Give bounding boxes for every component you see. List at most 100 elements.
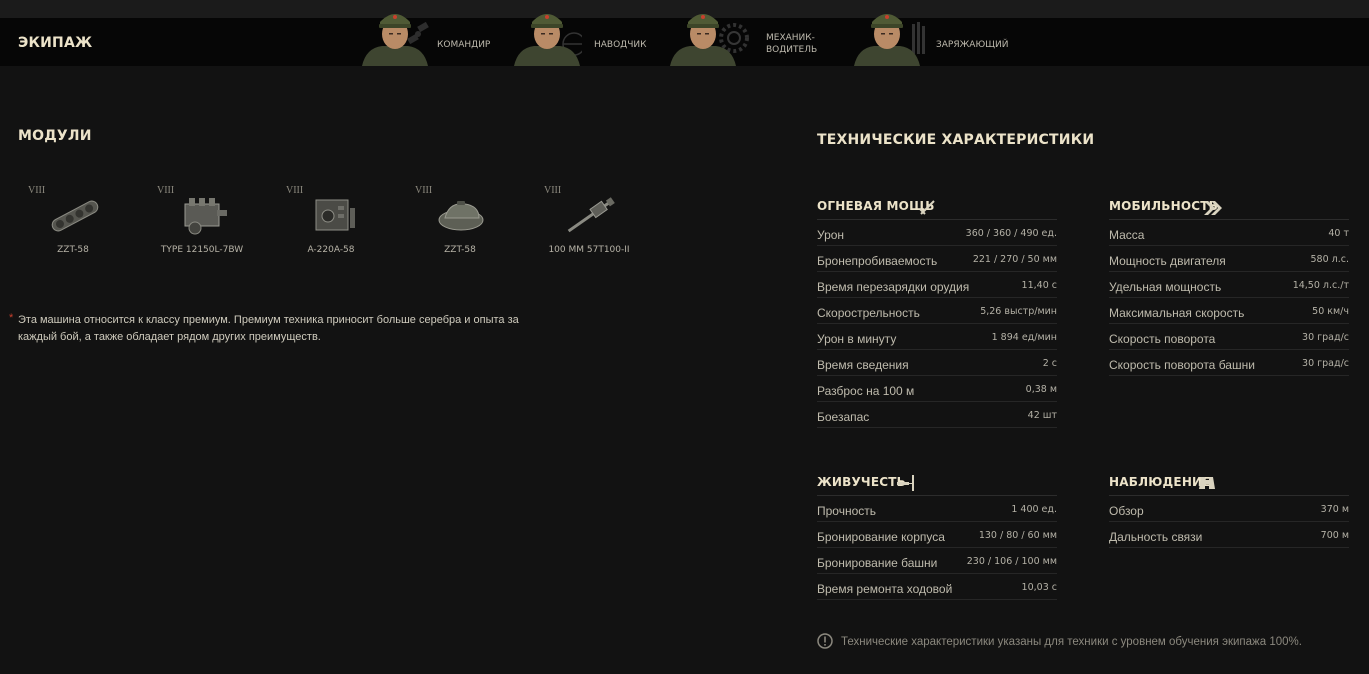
binoculars-icon — [1199, 477, 1215, 489]
spec-value: 50 км/ч — [1312, 306, 1349, 317]
spec-value: 580 л.с. — [1310, 254, 1350, 265]
spec-value: 221 / 270 / 50 мм — [972, 254, 1057, 265]
spec-row: Бронепробиваемость 221 / 270 / 50 мм — [817, 246, 1057, 272]
modules-title: МОДУЛИ — [18, 128, 92, 144]
turret-icon — [438, 201, 484, 231]
module-name: 100 MM 57T100-II — [548, 245, 630, 255]
firepower-group: ОГНЕВАЯ МОЩЬ Урон 360 / 360 / 490 ед. Брон… — [817, 197, 1057, 428]
spec-row: Урон 360 / 360 / 490 ед. — [817, 220, 1057, 246]
spec-row: Скорость поворота 30 град/с — [1109, 324, 1349, 350]
module-tracks[interactable]: VIII ZZT-58 — [18, 184, 128, 264]
module-gun[interactable]: VIII 100 MM 57T100-II — [534, 184, 644, 264]
spec-value: 700 м — [1320, 530, 1349, 541]
commander-portrait — [360, 4, 430, 66]
spec-value: 11,40 с — [1021, 280, 1057, 291]
premium-note: * Эта машина относится к классу премиум.… — [9, 312, 538, 346]
specs-title: ТЕХНИЧЕСКИЕ ХАРАКТЕРИСТИКИ — [817, 132, 1095, 148]
premium-star: * — [9, 312, 14, 324]
spec-label: Скорость поворота башни — [1109, 358, 1255, 372]
group-header: ОГНЕВАЯ МОЩЬ — [817, 197, 1057, 220]
firepower-rows: Урон 360 / 360 / 490 ед. Бронепробиваемост… — [817, 220, 1057, 428]
spec-value: 360 / 360 / 490 ед. — [965, 228, 1057, 239]
module-turret[interactable]: VIII ZZT-58 — [405, 184, 515, 264]
spec-row: Прочность 1 400 ед. — [817, 496, 1057, 522]
spec-label: Боезапас — [817, 410, 870, 424]
module-name: A-220A-58 — [307, 245, 355, 255]
spec-label: Бронирование корпуса — [817, 530, 945, 544]
module-tier: VIII — [28, 185, 46, 196]
spec-row: Масса 40 т — [1109, 220, 1349, 246]
shells-icon — [912, 22, 925, 54]
spec-value: 370 м — [1320, 504, 1349, 515]
mobility-group: МОБИЛЬНОСТЬ Масса 40 т Мощность двигателя 5… — [1109, 197, 1349, 376]
loader-portrait — [852, 4, 932, 66]
module-engine[interactable]: VIII TYPE 12150L-7BW — [147, 184, 257, 264]
spec-row: Урон в минуту 1 894 ед/мин — [817, 324, 1057, 350]
mobility-rows: Масса 40 т Мощность двигателя 580 л.с. Удель… — [1109, 220, 1349, 376]
info-icon — [817, 633, 833, 649]
crew-title: ЭКИПАЖ — [18, 35, 93, 51]
spec-value: 30 град/с — [1302, 332, 1349, 343]
spec-label: Урон в минуту — [817, 332, 897, 346]
group-header: МОБИЛЬНОСТЬ — [1109, 197, 1349, 220]
radio-icon — [315, 199, 355, 231]
group-header: ЖИВУЧЕСТЬ — [817, 473, 1057, 496]
spec-value: 130 / 80 / 60 мм — [978, 530, 1057, 541]
observation-group: НАБЛЮДЕНИЕ Обзор 370 м Дальность связи 700 … — [1109, 473, 1349, 548]
spec-row: Скорость поворота башни 30 град/с — [1109, 350, 1349, 376]
spec-value: 5,26 выстр/мин — [980, 306, 1057, 317]
spec-row: Бронирование корпуса 130 / 80 / 60 мм — [817, 522, 1057, 548]
module-tier: VIII — [286, 185, 304, 196]
armor-hit-icon — [897, 475, 914, 491]
spec-value: 1 400 ед. — [1011, 504, 1057, 515]
spec-row: Время перезарядки орудия 11,40 с — [817, 272, 1057, 298]
spec-row: Удельная мощность 14,50 л.с./т — [1109, 272, 1349, 298]
gear-icon — [719, 23, 749, 53]
spec-row: Боезапас 42 шт — [817, 402, 1057, 428]
spec-value: 40 т — [1328, 228, 1349, 239]
spec-row: Разброс на 100 м 0,38 м — [817, 376, 1057, 402]
engine-icon — [184, 198, 227, 235]
spec-label: Урон — [817, 228, 845, 242]
spec-row: Максимальная скорость 50 км/ч — [1109, 298, 1349, 324]
module-name: ZZT-58 — [57, 245, 89, 255]
spec-row: Бронирование башни 230 / 106 / 100 мм — [817, 548, 1057, 574]
group-title: НАБЛЮДЕНИЕ — [1109, 475, 1211, 489]
spec-label: Обзор — [1109, 504, 1144, 518]
double-chevron-icon — [1204, 201, 1222, 215]
crew-role-label: КОМАНДИР — [437, 40, 491, 50]
spec-label: Прочность — [817, 504, 877, 518]
spec-label: Время ремонта ходовой — [817, 582, 953, 596]
observation-rows: Обзор 370 м Дальность связи 700 м — [1109, 496, 1349, 548]
spec-value: 42 шт — [1027, 410, 1057, 421]
spec-label: Дальность связи — [1109, 530, 1203, 544]
module-tier: VIII — [157, 185, 175, 196]
spec-value: 2 с — [1042, 358, 1057, 369]
spec-label: Мощность двигателя — [1109, 254, 1226, 268]
module-name: ZZT-58 — [444, 245, 476, 255]
sword-icon — [919, 200, 935, 215]
spec-value: 0,38 м — [1025, 384, 1057, 395]
module-radio[interactable]: VIII A-220A-58 — [276, 184, 386, 264]
spec-label: Удельная мощность — [1109, 280, 1222, 294]
spec-value: 230 / 106 / 100 мм — [966, 556, 1057, 567]
gun-icon — [567, 197, 615, 233]
spec-label: Масса — [1109, 228, 1145, 242]
module-tier: VIII — [544, 185, 562, 196]
spec-value: 30 град/с — [1302, 358, 1349, 369]
spec-label: Скорость поворота — [1109, 332, 1216, 346]
spec-label: Время перезарядки орудия — [817, 280, 970, 294]
spec-value: 10,03 с — [1021, 582, 1057, 593]
spec-row: Обзор 370 м — [1109, 496, 1349, 522]
spec-label: Разброс на 100 м — [817, 384, 915, 398]
gunner-portrait — [512, 4, 582, 66]
spec-row: Время сведения 2 с — [817, 350, 1057, 376]
spec-row: Мощность двигателя 580 л.с. — [1109, 246, 1349, 272]
survivability-rows: Прочность 1 400 ед. Бронирование корпуса 13… — [817, 496, 1057, 600]
crew-role-label: ЗАРЯЖАЮЩИЙ — [936, 40, 1009, 50]
spec-label: Скорострельность — [817, 306, 920, 320]
spec-value: 1 894 ед/мин — [991, 332, 1057, 343]
spec-label: Бронепробиваемость — [817, 254, 938, 268]
driver-portrait — [668, 4, 752, 66]
spec-row: Скорострельность 5,26 выстр/мин — [817, 298, 1057, 324]
